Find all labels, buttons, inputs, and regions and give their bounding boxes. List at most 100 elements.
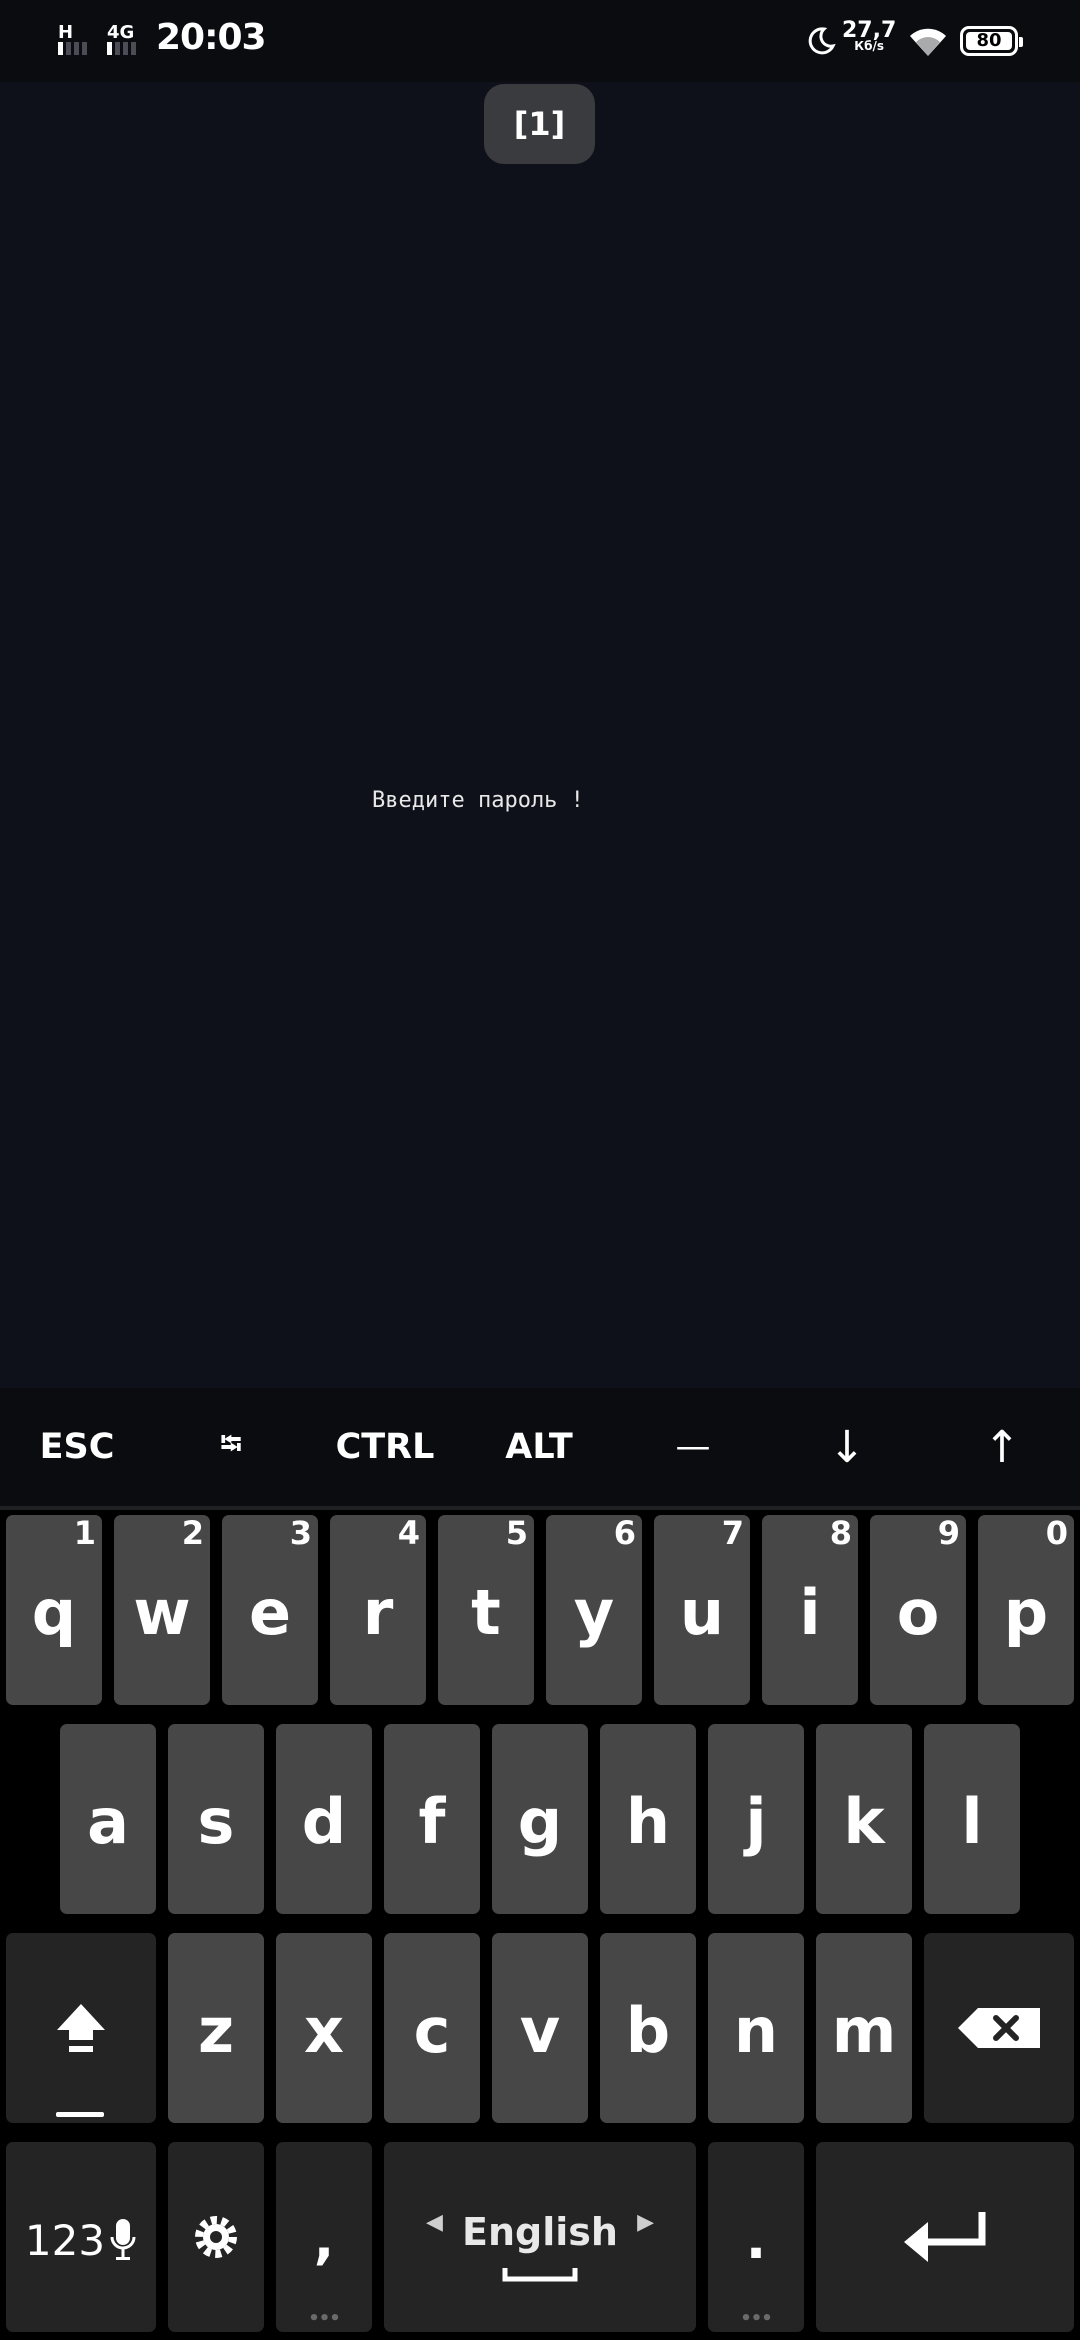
battery-icon: 80	[960, 26, 1023, 56]
shift-key[interactable]	[6, 1933, 156, 2123]
more-dots: •••	[740, 2308, 773, 2329]
key-label: o	[896, 1576, 940, 1649]
numbers-voice-key[interactable]: 123	[6, 2142, 156, 2332]
key-label: v	[519, 1994, 561, 2067]
key-h[interactable]: h	[600, 1724, 696, 1914]
soft-keyboard: 1 q 2 w 3 e 4 r 5 t 6 y 7 u 8 i 9 o 0 p …	[0, 1510, 1080, 2340]
comma-key[interactable]: , •••	[276, 2142, 372, 2332]
key-z[interactable]: z	[168, 1933, 264, 2123]
arrow-down-key[interactable]: ↓	[770, 1388, 924, 1506]
key-label: .	[745, 2208, 767, 2271]
space-key[interactable]: ◀ English ▶	[384, 2142, 696, 2332]
key-m[interactable]: m	[816, 1933, 912, 2123]
extra-keys-row: ESC ⭾ CTRL ALT — ↓ ↑	[0, 1388, 1080, 1506]
signal-icon	[58, 42, 87, 55]
key-label: p	[1003, 1576, 1049, 1649]
ctrl-key[interactable]: CTRL	[308, 1388, 462, 1506]
enter-key[interactable]	[816, 2142, 1074, 2332]
key-label: w	[133, 1576, 191, 1649]
space-bar-icon	[502, 2268, 578, 2282]
key-f[interactable]: f	[384, 1724, 480, 1914]
key-label: u	[679, 1576, 725, 1649]
backspace-key[interactable]	[924, 1933, 1074, 2123]
dash-key[interactable]: —	[616, 1388, 770, 1506]
key-label: g	[517, 1785, 563, 1858]
key-label: r	[362, 1576, 394, 1649]
key-label: h	[625, 1785, 671, 1858]
key-label: k	[843, 1785, 885, 1858]
key-q[interactable]: 1 q	[6, 1515, 102, 1705]
key-label: c	[413, 1994, 451, 2067]
network-speed: 27,7 Кб/s	[842, 20, 896, 53]
key-g[interactable]: g	[492, 1724, 588, 1914]
key-i[interactable]: 8 i	[762, 1515, 858, 1705]
key-hint: 1	[73, 1514, 96, 1552]
arrow-up-key[interactable]: ↑	[924, 1388, 1080, 1506]
key-b[interactable]: b	[600, 1933, 696, 2123]
key-label: b	[625, 1994, 671, 2067]
key-v[interactable]: v	[492, 1933, 588, 2123]
key-label: ,	[313, 2208, 335, 2271]
key-t[interactable]: 5 t	[438, 1515, 534, 1705]
key-u[interactable]: 7 u	[654, 1515, 750, 1705]
language-left-icon: ◀	[426, 2210, 443, 2235]
key-y[interactable]: 6 y	[546, 1515, 642, 1705]
key-c[interactable]: c	[384, 1933, 480, 2123]
key-s[interactable]: s	[168, 1724, 264, 1914]
alt-key[interactable]: ALT	[462, 1388, 616, 1506]
key-label: f	[418, 1785, 446, 1858]
key-label: n	[733, 1994, 779, 2067]
battery-level: 80	[966, 32, 1012, 50]
key-a[interactable]: a	[60, 1724, 156, 1914]
more-dots: •••	[308, 2308, 341, 2329]
wifi-icon	[910, 28, 946, 56]
network-type-2: 4G	[107, 22, 135, 43]
backspace-icon	[958, 2008, 1040, 2048]
clock: 20:03	[156, 17, 267, 58]
key-hint: 3	[289, 1514, 312, 1552]
key-e[interactable]: 3 e	[222, 1515, 318, 1705]
space-language-label: English	[462, 2210, 618, 2254]
key-k[interactable]: k	[816, 1724, 912, 1914]
key-hint: 7	[721, 1514, 744, 1552]
key-label: i	[799, 1576, 821, 1649]
esc-key[interactable]: ESC	[0, 1388, 154, 1506]
key-label: e	[248, 1576, 292, 1649]
key-label: d	[301, 1785, 347, 1858]
key-hint: 4	[397, 1514, 420, 1552]
settings-icon	[195, 2216, 237, 2258]
key-label: x	[304, 1994, 344, 2067]
settings-key[interactable]	[168, 2142, 264, 2332]
period-key[interactable]: . •••	[708, 2142, 804, 2332]
key-hint: 5	[505, 1514, 528, 1552]
key-j[interactable]: j	[708, 1724, 804, 1914]
key-label: q	[31, 1576, 77, 1649]
session-indicator[interactable]: [1]	[484, 84, 595, 164]
key-hint: 2	[181, 1514, 204, 1552]
key-d[interactable]: d	[276, 1724, 372, 1914]
key-r[interactable]: 4 r	[330, 1515, 426, 1705]
key-hint: 0	[1045, 1514, 1068, 1552]
key-label: l	[961, 1785, 983, 1858]
key-n[interactable]: n	[708, 1933, 804, 2123]
key-label: z	[197, 1994, 235, 2067]
key-o[interactable]: 9 o	[870, 1515, 966, 1705]
key-label: a	[87, 1785, 129, 1858]
key-x[interactable]: x	[276, 1933, 372, 2123]
moon-icon	[808, 27, 836, 55]
key-p[interactable]: 0 p	[978, 1515, 1074, 1705]
key-label: m	[831, 1994, 897, 2067]
key-hint: 9	[937, 1514, 960, 1552]
key-label: y	[573, 1576, 615, 1649]
tab-key[interactable]: ⭾	[154, 1388, 308, 1506]
shift-indicator	[56, 2112, 104, 2117]
key-w[interactable]: 2 w	[114, 1515, 210, 1705]
terminal-prompt-text: Введите пароль !	[372, 788, 584, 813]
key-l[interactable]: l	[924, 1724, 1020, 1914]
key-hint: 6	[613, 1514, 636, 1552]
enter-icon	[904, 2212, 986, 2262]
key-label: j	[745, 1785, 767, 1858]
key-hint: 8	[829, 1514, 852, 1552]
key-label: s	[197, 1785, 235, 1858]
numbers-label: 123	[24, 2215, 106, 2265]
